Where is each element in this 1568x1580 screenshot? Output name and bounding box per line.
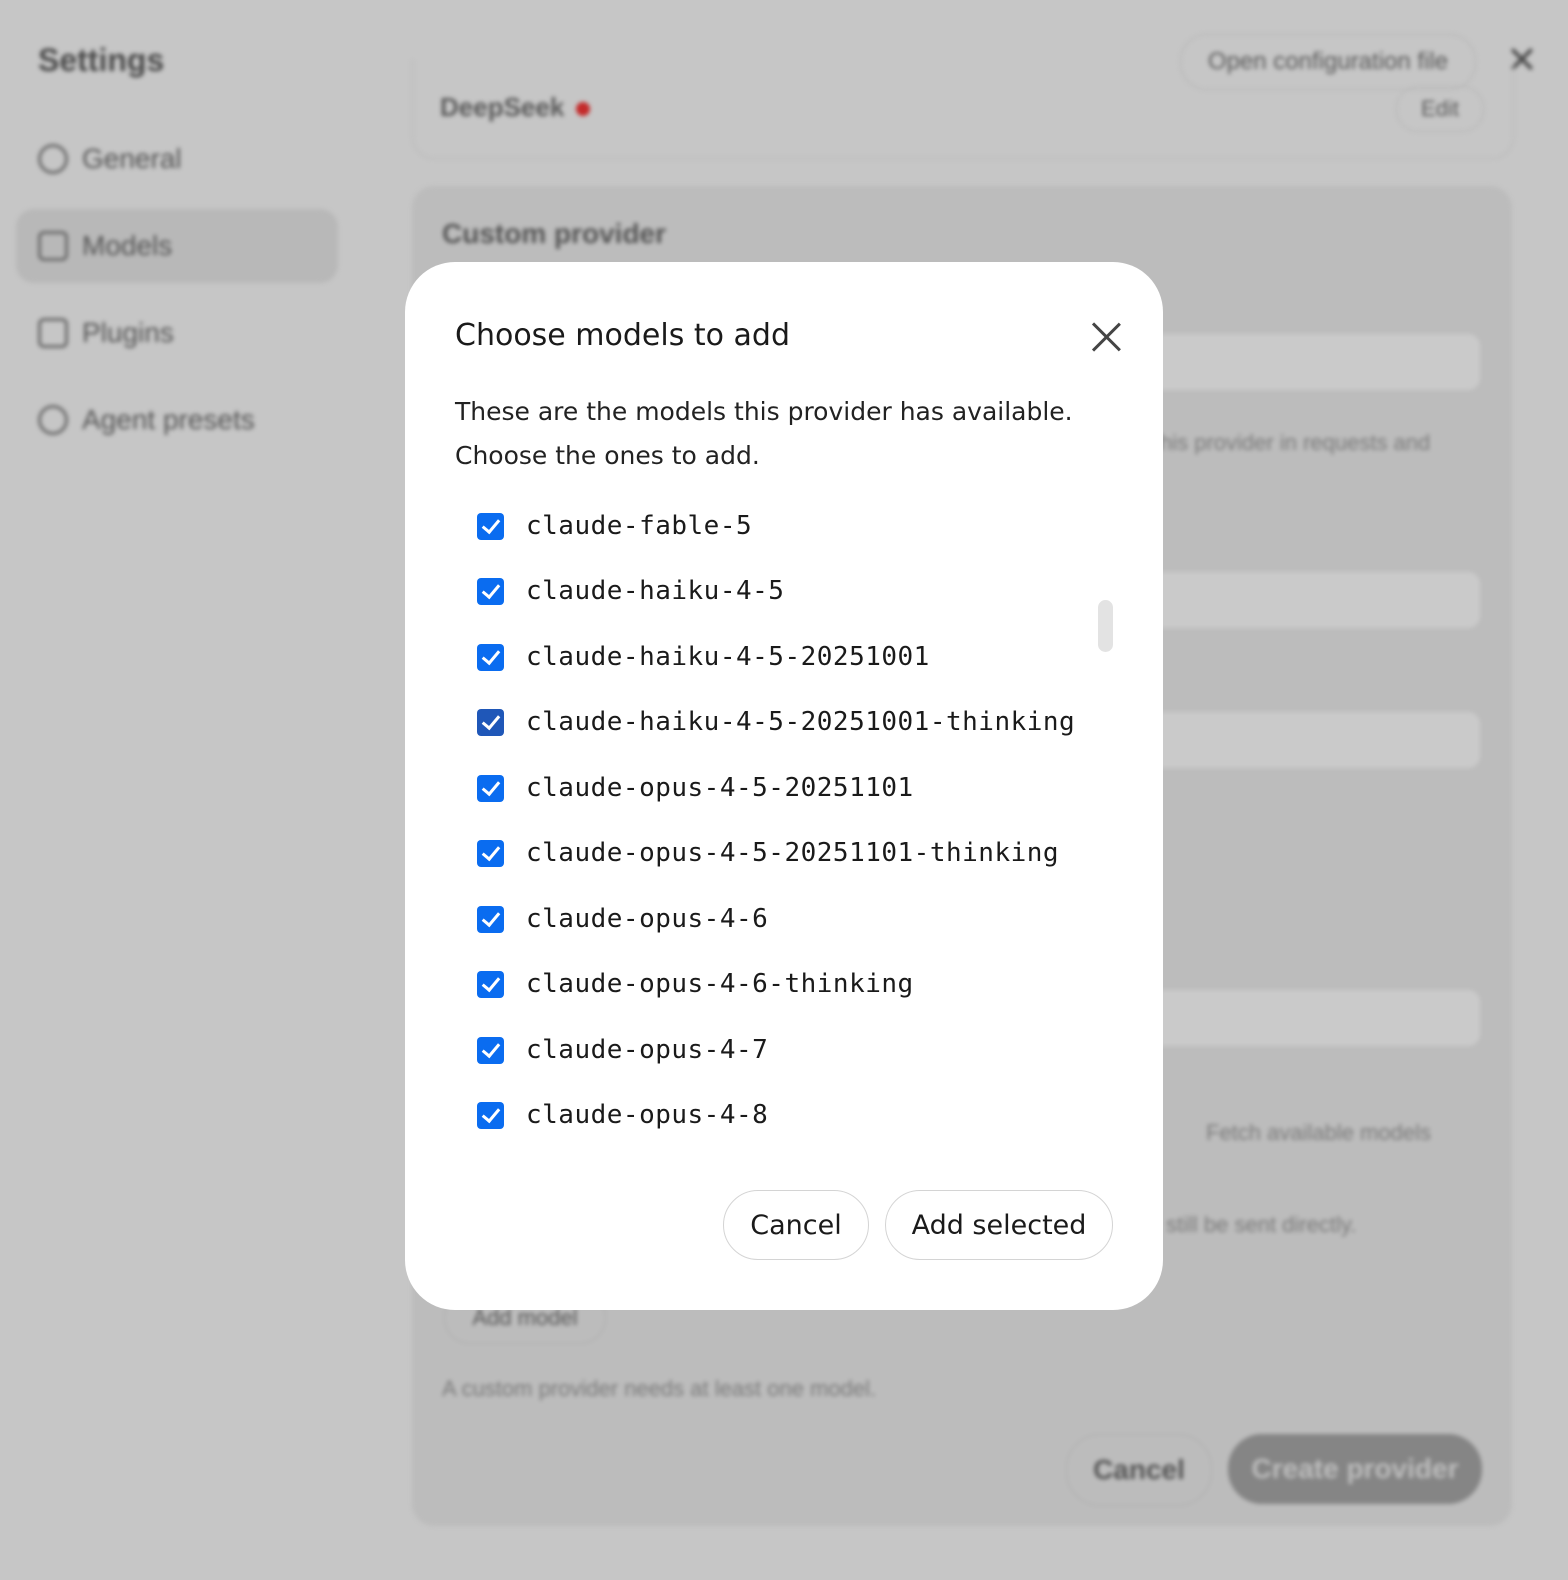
sidebar-item-general[interactable]: General (16, 122, 338, 196)
model-name: claude-haiku-4-5-20251001-thinking (526, 707, 1076, 737)
url-input[interactable] (1150, 572, 1480, 628)
fetch-models-link[interactable]: Fetch available models (1206, 1120, 1431, 1146)
close-icon[interactable] (1089, 320, 1123, 354)
name-input[interactable] (1150, 334, 1480, 390)
model-option[interactable]: claude-opus-4-5-20251101-thinking (477, 833, 1059, 873)
sidebar-item-label: General (82, 143, 182, 174)
sidebar-item-plugins[interactable]: Plugins (16, 296, 338, 370)
model-option[interactable]: claude-opus-4-5-20251101 (477, 768, 914, 808)
model-name: claude-opus-4-5-20251101-thinking (526, 838, 1060, 868)
model-option[interactable]: claude-fable-5 (477, 506, 752, 546)
model-name: claude-opus-4-7 (526, 1035, 769, 1065)
sidebar-item-agent-presets[interactable]: Agent presets (16, 383, 338, 457)
model-name: claude-opus-4-6-thinking (526, 969, 914, 999)
model-option[interactable]: claude-opus-4-6 (477, 899, 768, 939)
checkbox-checked[interactable] (477, 577, 504, 605)
checkbox-checked[interactable] (477, 1036, 504, 1064)
checkbox-checked[interactable] (477, 774, 504, 802)
models-icon (38, 231, 68, 261)
provider-name-label: DeepSeek (440, 92, 565, 122)
sidebar-item-label: Models (82, 230, 173, 261)
choose-models-dialog: Choose models to add These are the model… (405, 262, 1163, 1310)
dialog-title: Choose models to add (455, 318, 790, 353)
model-option[interactable]: claude-opus-4-7 (477, 1030, 768, 1070)
sidebar-item-models[interactable]: Models (16, 209, 338, 283)
checkbox-checked[interactable] (477, 1101, 504, 1129)
sidebar-item-label: Plugins (82, 317, 174, 348)
model-option[interactable]: claude-opus-4-8 (477, 1095, 768, 1135)
model-option[interactable]: claude-haiku-4-5 (477, 571, 784, 611)
agent-icon (38, 405, 68, 435)
model-name: claude-opus-4-8 (526, 1100, 769, 1130)
sidebar-item-label: Agent presets (82, 404, 255, 435)
checkbox-checked[interactable] (477, 708, 504, 736)
dialog-description: These are the models this provider has a… (455, 397, 1073, 470)
model-name: claude-haiku-4-5-20251001 (526, 642, 930, 672)
model-name: claude-opus-4-5-20251101 (526, 773, 914, 803)
requests-hint: his provider in requests and (1160, 430, 1431, 455)
model-option[interactable]: claude-opus-4-6-thinking (477, 964, 914, 1004)
status-dot (576, 102, 591, 117)
model-name: claude-fable-5 (526, 511, 753, 541)
needs-model-hint: A custom provider needs at least one mod… (442, 1376, 877, 1401)
settings-title: Settings (38, 42, 165, 78)
checkbox-checked[interactable] (477, 905, 504, 933)
create-provider-button[interactable]: Create provider (1228, 1434, 1482, 1504)
model-option[interactable]: claude-haiku-4-5-20251001-thinking (477, 702, 1075, 742)
gear-icon (38, 144, 68, 174)
scrollbar-thumb[interactable] (1098, 600, 1113, 652)
cancel-provider-button[interactable]: Cancel (1066, 1434, 1212, 1506)
model-input[interactable] (1150, 990, 1480, 1046)
model-name: claude-opus-4-6 (526, 904, 769, 934)
model-name: claude-haiku-4-5 (526, 576, 785, 606)
checkbox-checked[interactable] (477, 512, 504, 540)
model-option[interactable]: claude-haiku-4-5-20251001 (477, 637, 930, 677)
edit-provider-button[interactable]: Edit (1396, 86, 1484, 132)
checkbox-checked[interactable] (477, 970, 504, 998)
checkbox-checked[interactable] (477, 643, 504, 671)
checkbox-checked[interactable] (477, 839, 504, 867)
plugins-icon (38, 318, 68, 348)
api-key-input[interactable] (1150, 712, 1480, 768)
custom-provider-title: Custom provider (442, 218, 667, 249)
add-selected-button[interactable]: Add selected (885, 1190, 1113, 1260)
sent-directly-hint: still be sent directly. (1166, 1212, 1357, 1237)
cancel-button[interactable]: Cancel (723, 1190, 869, 1260)
provider-name: DeepSeek (440, 92, 591, 123)
